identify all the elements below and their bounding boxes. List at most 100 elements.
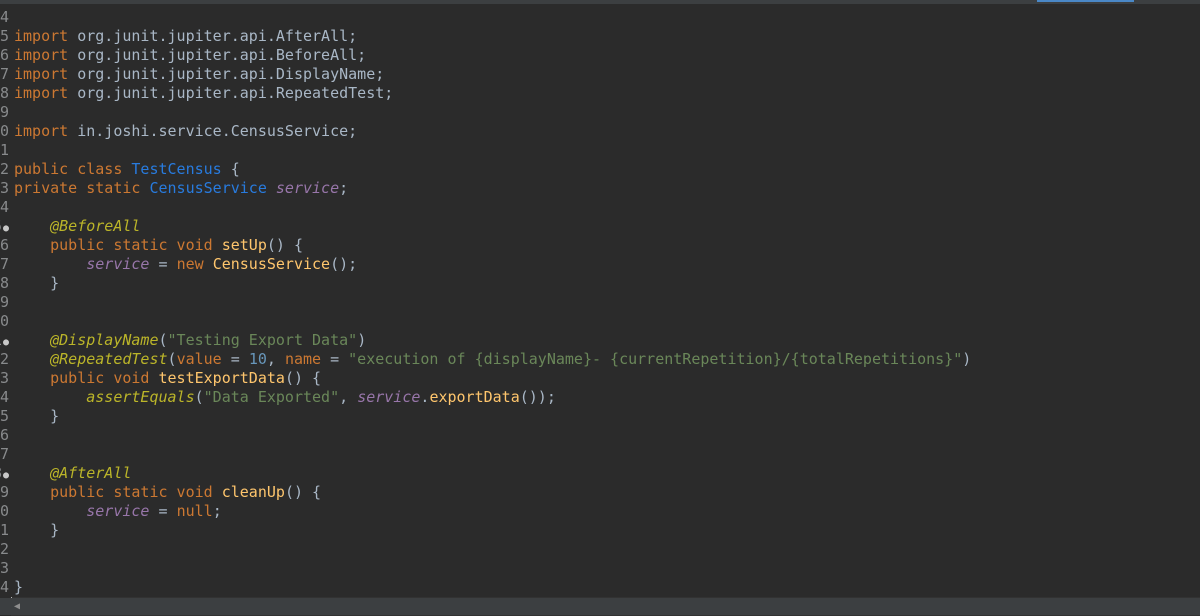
code-token: {: [221, 160, 240, 178]
code-token: () {: [284, 483, 322, 501]
line-number[interactable]: 0: [0, 122, 9, 141]
code-line[interactable]: service = null;: [14, 502, 221, 521]
code-token: name: [284, 350, 322, 368]
line-number[interactable]: 5: [0, 27, 9, 46]
line-number[interactable]: 7: [0, 445, 9, 464]
line-number[interactable]: 3: [0, 559, 9, 578]
code-token: () {: [284, 369, 322, 387]
code-line[interactable]: import org.junit.jupiter.api.BeforeAll;: [14, 46, 366, 65]
line-number[interactable]: 5: [0, 407, 9, 426]
line-number[interactable]: 6: [0, 426, 9, 445]
code-token: ();: [330, 255, 358, 273]
code-token: }: [14, 407, 60, 425]
code-editor[interactable]: 456789012345●678901●2345678●9012345 impo…: [0, 8, 1200, 616]
gutter-method-marker-icon[interactable]: ●: [3, 337, 9, 348]
line-number[interactable]: 4: [0, 8, 9, 27]
code-line[interactable]: service = new CensusService();: [14, 255, 357, 274]
line-number[interactable]: 6: [0, 236, 9, 255]
line-number[interactable]: 1●: [0, 331, 9, 350]
code-token: "Data Exported": [203, 388, 340, 406]
code-token: CensusService: [212, 255, 331, 273]
code-token: () {: [266, 236, 303, 254]
line-number[interactable]: 2: [0, 540, 9, 559]
line-number[interactable]: 0: [0, 312, 9, 331]
code-token: 10: [248, 350, 267, 368]
code-line[interactable]: }: [14, 578, 23, 597]
code-line[interactable]: import org.junit.jupiter.api.DisplayName…: [14, 65, 384, 84]
line-number[interactable]: 9: [0, 483, 9, 502]
code-token: org.junit.jupiter.api.RepeatedTest;: [68, 84, 394, 102]
line-number[interactable]: 9: [0, 293, 9, 312]
line-number[interactable]: 2: [0, 160, 9, 179]
line-number[interactable]: 2: [0, 350, 9, 369]
code-token: @BeforeAll: [50, 217, 141, 235]
line-number[interactable]: 6: [0, 46, 9, 65]
code-token: testExportData: [158, 369, 285, 387]
code-token: public class: [14, 160, 132, 178]
code-token: ;: [339, 179, 349, 197]
code-line[interactable]: public void testExportData() {: [14, 369, 321, 388]
code-token: @DisplayName: [50, 331, 159, 349]
code-line[interactable]: @DisplayName("Testing Export Data"): [14, 331, 366, 350]
scroll-left-arrow-icon[interactable]: ◀: [14, 600, 20, 613]
line-number[interactable]: 1: [0, 141, 9, 160]
code-line[interactable]: @RepeatedTest(value = 10, name = "execut…: [14, 350, 971, 369]
code-token: CensusService: [149, 179, 267, 197]
code-line[interactable]: }: [14, 407, 59, 426]
code-token: new: [176, 255, 213, 273]
code-token: (: [167, 350, 177, 368]
code-line[interactable]: }: [14, 521, 59, 540]
code-token: }: [14, 521, 60, 539]
line-number[interactable]: 4: [0, 198, 9, 217]
code-line[interactable]: public class TestCensus {: [14, 160, 240, 179]
code-line[interactable]: public static void setUp() {: [14, 236, 303, 255]
line-number[interactable]: 9: [0, 103, 9, 122]
line-number[interactable]: 4: [0, 578, 9, 597]
gutter-method-marker-icon[interactable]: ●: [3, 223, 9, 234]
line-number-gutter[interactable]: 456789012345●678901●2345678●9012345: [0, 8, 11, 598]
horizontal-scrollbar[interactable]: ◀: [0, 598, 1200, 615]
line-number[interactable]: 0: [0, 502, 9, 521]
code-token: ): [962, 350, 972, 368]
code-token: }: [14, 578, 24, 596]
code-line[interactable]: import in.joshi.service.CensusService;: [14, 122, 357, 141]
line-number[interactable]: 8: [0, 84, 9, 103]
code-token: service: [275, 179, 340, 197]
code-line[interactable]: private static CensusService service;: [14, 179, 348, 198]
editor-top-bar: [0, 0, 1200, 4]
code-token: import: [14, 122, 69, 140]
code-token: =: [321, 350, 349, 368]
line-number[interactable]: 8●: [0, 464, 9, 483]
gutter-method-marker-icon[interactable]: ●: [3, 470, 9, 481]
line-number[interactable]: 7: [0, 65, 9, 84]
code-token: @RepeatedTest: [50, 350, 168, 368]
line-number[interactable]: 8: [0, 274, 9, 293]
code-line[interactable]: @BeforeAll: [14, 217, 140, 236]
line-number[interactable]: 5●: [0, 217, 9, 236]
code-line[interactable]: assertEquals("Data Exported", service.ex…: [14, 388, 556, 407]
code-line[interactable]: import org.junit.jupiter.api.AfterAll;: [14, 27, 357, 46]
line-number[interactable]: 7: [0, 255, 9, 274]
line-number[interactable]: 1: [0, 521, 9, 540]
line-number[interactable]: 3: [0, 369, 9, 388]
line-number[interactable]: 3: [0, 179, 9, 198]
code-line[interactable]: public static void cleanUp() {: [14, 483, 321, 502]
code-token: (: [158, 331, 168, 349]
code-token: "Testing Export Data": [167, 331, 358, 349]
code-token: }: [14, 274, 60, 292]
code-token: import: [14, 27, 69, 45]
code-line[interactable]: }: [14, 274, 59, 293]
code-line[interactable]: @AfterAll: [14, 464, 131, 483]
code-token: service: [357, 388, 421, 406]
code-token: ,: [339, 388, 358, 406]
code-line[interactable]: import org.junit.jupiter.api.RepeatedTes…: [14, 84, 393, 103]
code-token: private static: [14, 179, 150, 197]
code-token: setUp: [221, 236, 267, 254]
code-token: =: [149, 255, 177, 273]
line-number[interactable]: 4: [0, 388, 9, 407]
code-token: @AfterAll: [50, 464, 132, 482]
